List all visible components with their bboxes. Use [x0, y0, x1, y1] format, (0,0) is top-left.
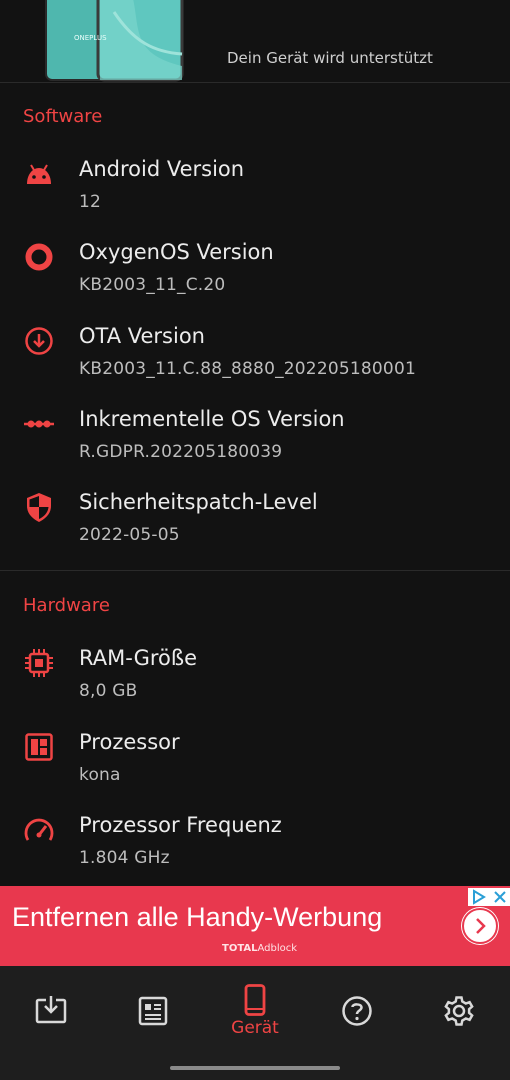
info-row-security-patch-level[interactable]: Sicherheitspatch-Level 2022-05-05: [0, 490, 510, 560]
info-value: 8,0 GB: [79, 681, 138, 701]
info-value: 12: [79, 192, 102, 212]
ad-banner[interactable]: Entfernen alle Handy-Werbung TOTALAdbloc…: [0, 886, 510, 966]
device-supported-text: Dein Gerät wird unterstützt: [227, 49, 433, 67]
info-value: kona: [79, 765, 121, 785]
shield-icon: [22, 490, 56, 524]
settings-icon: [444, 996, 474, 1026]
info-value: KB2003_11_C.20: [79, 275, 226, 295]
device-info-screen: ONEPLUS Dein Gerät wird unterstützt Soft…: [0, 0, 510, 1080]
nav-device-label: Gerät: [231, 1018, 279, 1038]
info-title: Inkrementelle OS Version: [79, 407, 345, 431]
ad-brand-rest: Adblock: [257, 943, 298, 954]
info-title: RAM-Größe: [79, 646, 198, 670]
device-header: ONEPLUS Dein Gerät wird unterstützt: [0, 0, 510, 82]
info-title: OxygenOS Version: [79, 240, 274, 264]
chip-icon: [22, 646, 56, 680]
info-title: OTA Version: [79, 324, 205, 348]
nav-help[interactable]: [327, 994, 387, 1054]
divider: [0, 570, 510, 571]
info-title: Android Version: [79, 157, 245, 181]
ad-choices-icon[interactable]: [468, 888, 510, 906]
ad-headline: Entfernen alle Handy-Werbung: [12, 902, 383, 932]
info-value: 1.804 GHz: [79, 848, 170, 868]
ad-brand: TOTALAdblock: [222, 943, 297, 954]
ad-arrow-button[interactable]: [461, 907, 499, 945]
info-row-android-version[interactable]: Android Version 12: [0, 157, 510, 227]
list-card-icon: [138, 996, 168, 1026]
gesture-bar[interactable]: [170, 1066, 340, 1070]
info-row-ram-size[interactable]: RAM-Größe 8,0 GB: [0, 646, 510, 716]
section-title-software: Software: [23, 106, 103, 127]
nav-device[interactable]: Gerät: [225, 984, 285, 1044]
phone-image: ONEPLUS: [44, 0, 184, 82]
nav-downloads[interactable]: [21, 994, 81, 1054]
info-title: Prozessor: [79, 730, 180, 754]
section-title-hardware: Hardware: [23, 595, 110, 616]
download-box-icon: [35, 996, 67, 1024]
info-title: Sicherheitspatch-Level: [79, 490, 318, 514]
nav-settings[interactable]: [429, 994, 489, 1054]
phone-brand-mark: ONEPLUS: [74, 34, 107, 42]
info-row-incremental-os-version[interactable]: Inkrementelle OS Version R.GDPR.20220518…: [0, 407, 510, 477]
info-value: 2022-05-05: [79, 525, 180, 545]
info-row-oxygenos-version[interactable]: OxygenOS Version KB2003_11_C.20: [0, 240, 510, 310]
divider: [0, 82, 510, 83]
oxygenos-ring-icon: [22, 240, 56, 274]
help-icon: [342, 996, 372, 1026]
processor-board-icon: [22, 730, 56, 764]
speedometer-icon: [22, 813, 56, 847]
info-row-ota-version[interactable]: OTA Version KB2003_11.C.88_8880_20220518…: [0, 324, 510, 394]
info-row-processor[interactable]: Prozessor kona: [0, 730, 510, 800]
info-title: Prozessor Frequenz: [79, 813, 282, 837]
download-circle-icon: [22, 324, 56, 358]
info-value: KB2003_11.C.88_8880_202205180001: [79, 359, 416, 379]
nav-list[interactable]: [123, 994, 183, 1054]
phone-icon: [244, 984, 266, 1016]
info-value: R.GDPR.202205180039: [79, 442, 283, 462]
android-icon: [22, 157, 56, 191]
bottom-nav: Gerät: [0, 966, 510, 1080]
dots-line-icon: [22, 407, 56, 441]
ad-brand-bold: TOTAL: [222, 943, 258, 954]
info-row-processor-frequency[interactable]: Prozessor Frequenz 1.804 GHz: [0, 813, 510, 883]
